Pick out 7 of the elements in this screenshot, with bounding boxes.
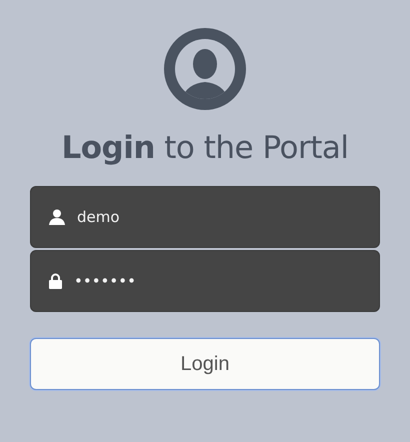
lock-icon	[49, 273, 62, 289]
login-button[interactable]: Login	[30, 338, 380, 390]
user-icon	[49, 209, 65, 225]
username-field[interactable]: demo	[77, 208, 337, 226]
page-title: Login to the Portal	[61, 130, 349, 166]
avatar-icon	[164, 28, 246, 110]
password-field[interactable]: •••••••	[74, 272, 334, 290]
